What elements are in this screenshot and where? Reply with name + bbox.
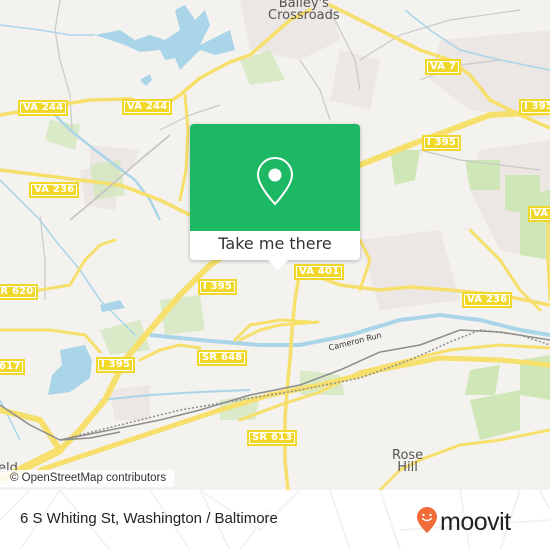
road-shield-va: VA xyxy=(528,206,550,222)
road-shield-sr648: SR 648 xyxy=(197,350,248,366)
road-shield-i395: I 395 xyxy=(519,99,550,115)
take-me-there-button[interactable]: Take me there xyxy=(190,231,360,260)
road-shield-va236: VA 236 xyxy=(29,182,80,198)
road-shield-va244: VA 244 xyxy=(18,100,69,116)
moovit-pin-icon xyxy=(417,507,437,533)
place-label-text: Rose Hill xyxy=(392,448,424,475)
road-shield-sr613: SR 613 xyxy=(247,430,298,446)
moovit-logo[interactable]: moovit xyxy=(416,506,511,536)
place-label-rose-hill: Rose Hill xyxy=(392,448,424,475)
moovit-wordmark: moovit xyxy=(440,508,511,536)
map-pin-icon xyxy=(256,156,294,206)
road-shield-i395: I 395 xyxy=(198,279,238,295)
road-shield-va236: VA 236 xyxy=(462,292,513,308)
road-shield-va7: VA 7 xyxy=(425,59,462,75)
road-shield-va244: VA 244 xyxy=(122,99,173,115)
location-popup[interactable]: Take me there xyxy=(190,124,360,270)
road-shield-sr620: SR 620 xyxy=(0,284,39,300)
road-shield-sr617: 617 xyxy=(0,359,26,375)
popup-header[interactable] xyxy=(190,124,360,231)
place-label-bailey-s-crossroads: Bailey's Crossroads xyxy=(268,0,340,22)
road-shield-i395: I 395 xyxy=(422,135,462,151)
map-view[interactable]: Bailey's Crossroads Rose Hill eld Camero… xyxy=(0,0,550,490)
popup-pointer xyxy=(268,260,288,270)
footer-bar: 6 S Whiting St, Washington / Baltimore m… xyxy=(0,490,550,550)
address-text: 6 S Whiting St, Washington / Baltimore xyxy=(20,510,278,527)
map-attribution[interactable]: © OpenStreetMap contributors xyxy=(0,470,175,487)
place-label-text: Bailey's Crossroads xyxy=(268,0,340,23)
road-shield-i395: I 395 xyxy=(96,357,136,373)
road-shield-va401: VA 401 xyxy=(294,264,345,280)
